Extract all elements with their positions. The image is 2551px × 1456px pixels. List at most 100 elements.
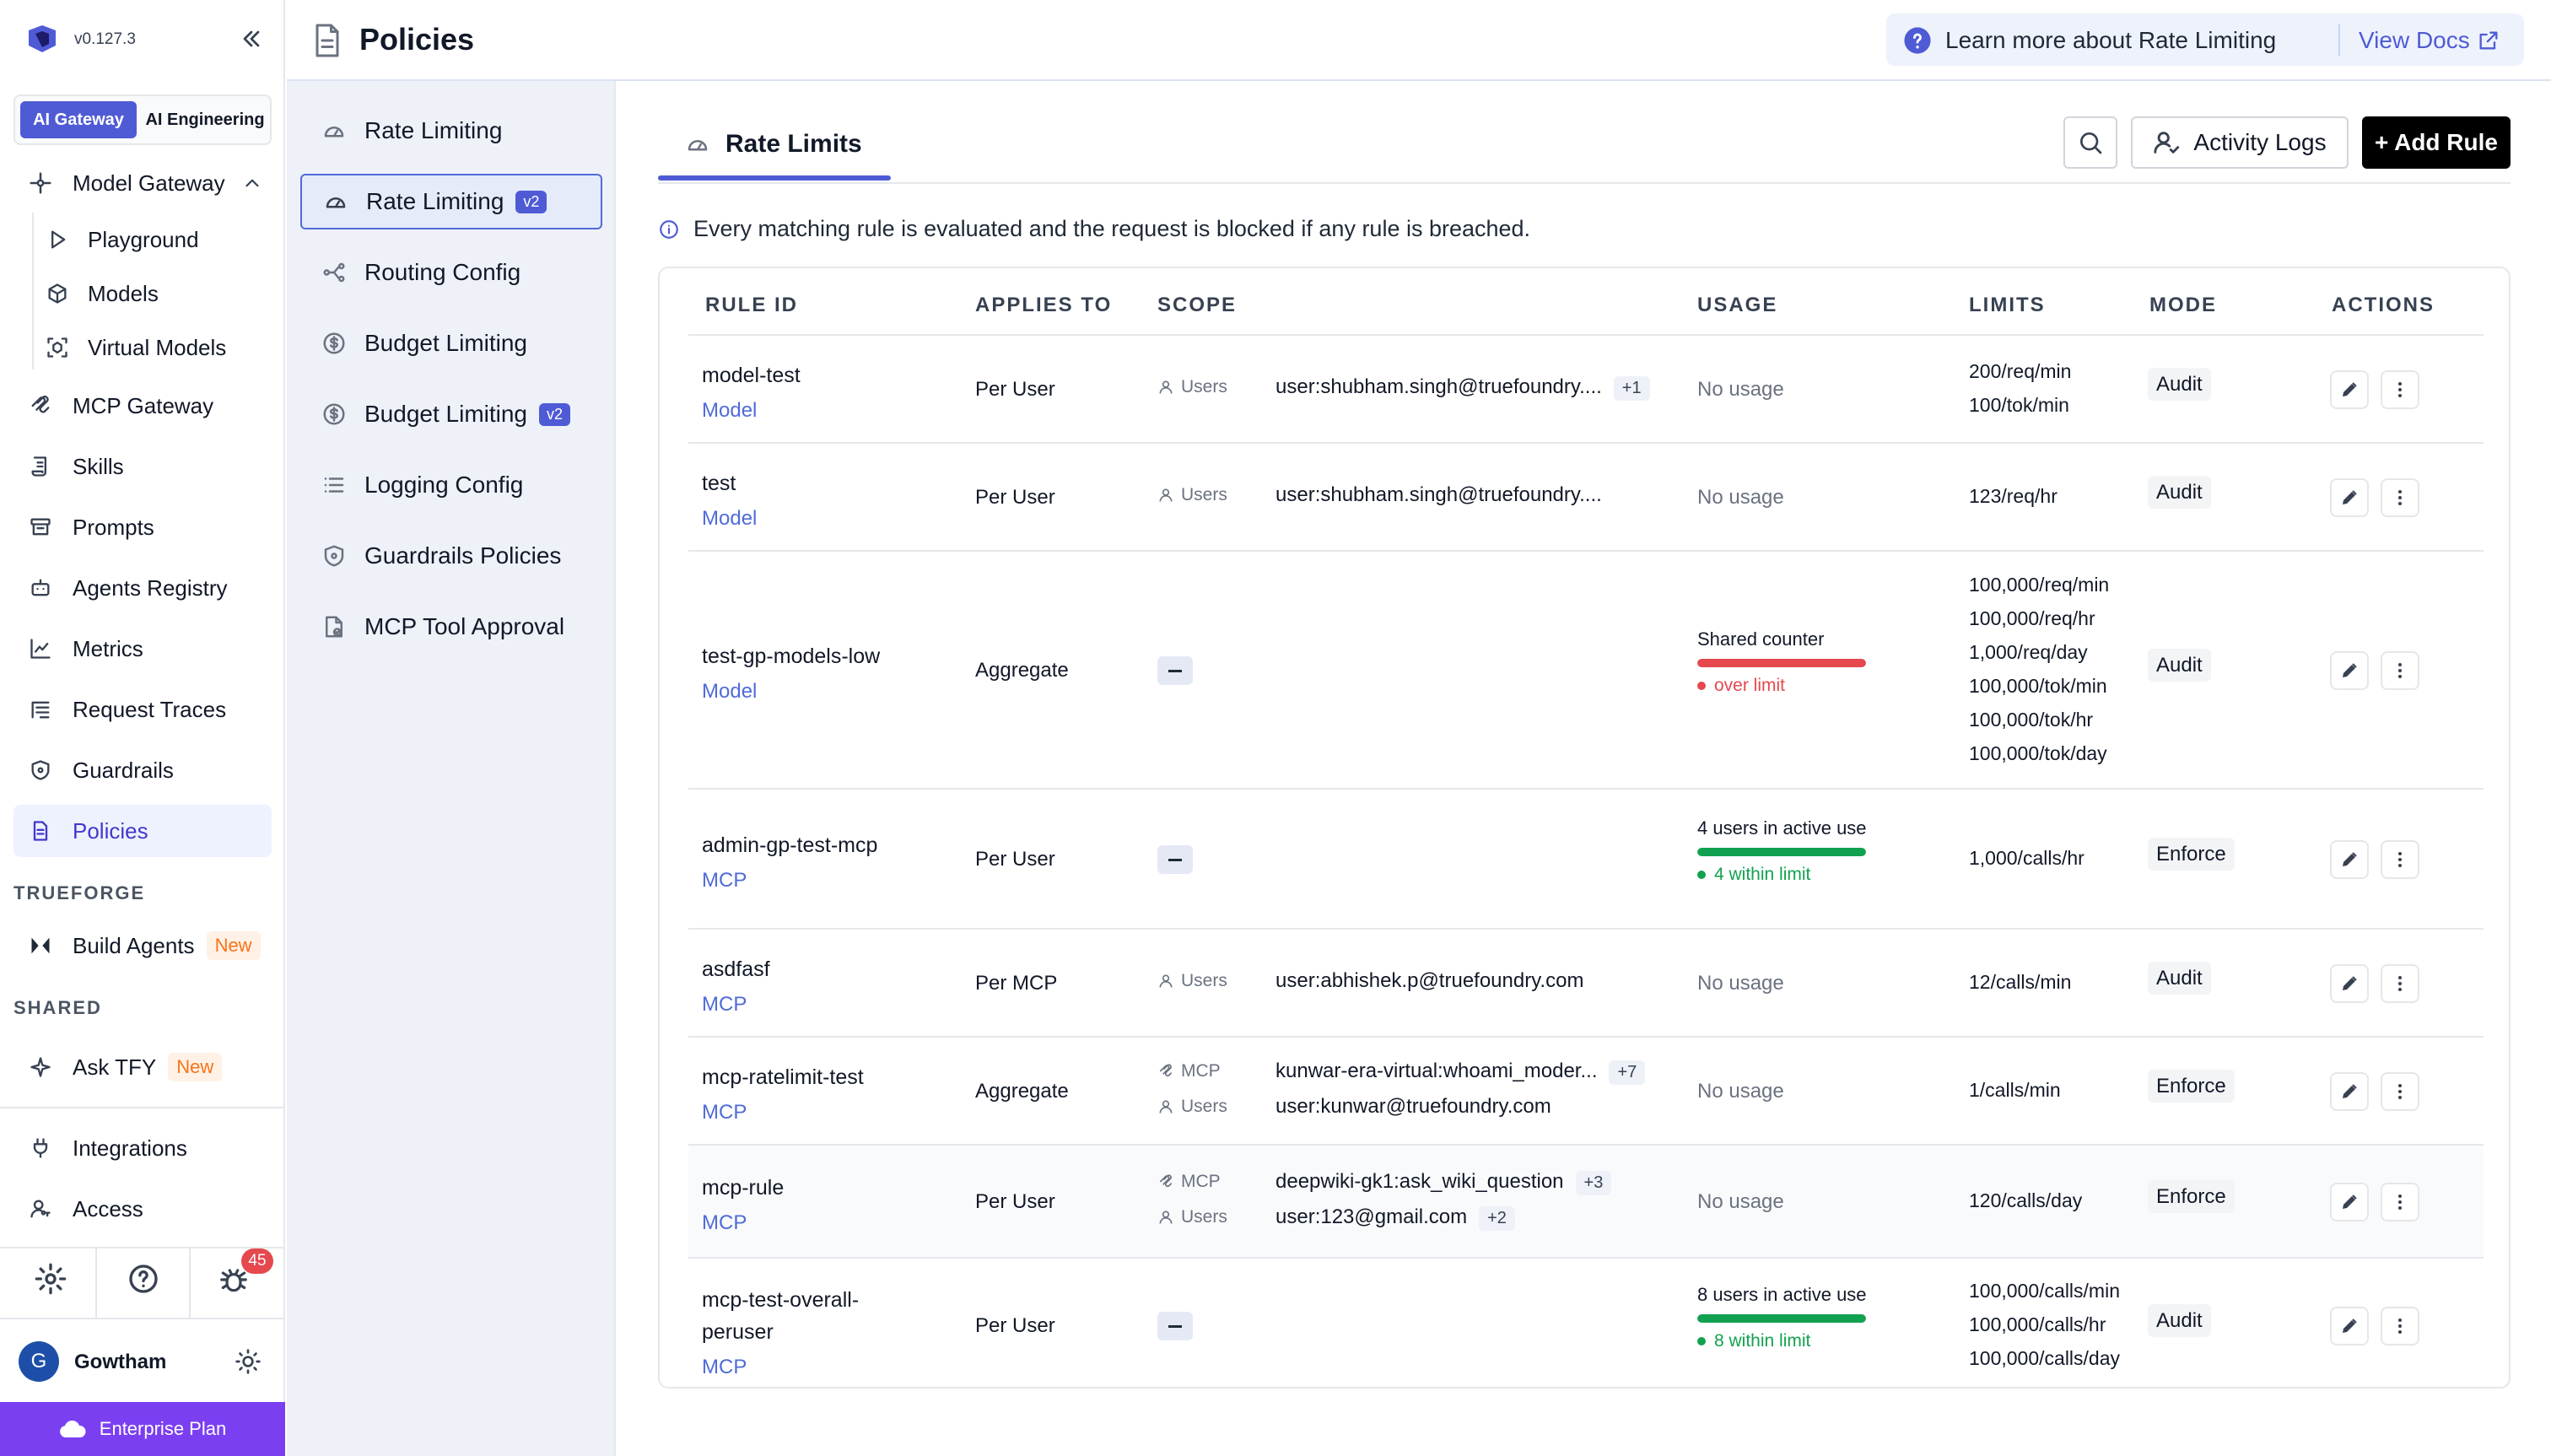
add-rule-button[interactable]: + Add Rule xyxy=(2362,116,2511,169)
table-row[interactable]: mcp-ratelimit-test MCP Aggregate MCP kunwar-… xyxy=(688,1036,2484,1144)
usage-title: Shared counter xyxy=(1697,628,1825,650)
more-options-button[interactable] xyxy=(2381,964,2419,1003)
collapse-sidebar-icon[interactable] xyxy=(238,25,265,52)
sidebar-item-build-agents[interactable]: Build Agents New xyxy=(13,919,272,972)
activity-logs-button[interactable]: Activity Logs xyxy=(2131,116,2349,169)
more-options-button[interactable] xyxy=(2381,1072,2419,1111)
search-button[interactable] xyxy=(2063,116,2117,169)
table-row[interactable]: model-test Model Per User Users user:shubham… xyxy=(688,334,2484,442)
sidebar-item-policies[interactable]: Policies xyxy=(13,805,272,857)
rule-id: mcp-ratelimit-test MCP xyxy=(702,1061,864,1129)
sidebar-item-skills[interactable]: Skills xyxy=(13,440,272,493)
enterprise-plan-banner[interactable]: Enterprise Plan xyxy=(0,1402,285,1456)
policy-menu-mcp-tool-approval[interactable]: MCP Tool Approval xyxy=(300,599,602,655)
view-docs-link[interactable]: View Docs xyxy=(2359,27,2500,54)
policy-menu-rate-limiting-v2[interactable]: Rate Limiting v2 xyxy=(300,174,602,229)
more-options-button[interactable] xyxy=(2381,478,2419,517)
column-header-mode: MODE xyxy=(2149,294,2217,316)
limit-value: 100,000/req/min xyxy=(1969,574,2110,596)
sidebar-item-guardrails[interactable]: Guardrails xyxy=(13,744,272,796)
mode-cell: Audit xyxy=(2148,368,2211,401)
edit-button[interactable] xyxy=(2330,1183,2369,1221)
policy-menu-logging-config[interactable]: Logging Config xyxy=(300,457,602,513)
policy-menu-budget-limiting[interactable]: Budget Limiting xyxy=(300,315,602,371)
more-options-button[interactable] xyxy=(2381,1183,2419,1221)
table-row[interactable]: mcp-test-overall-peruser MCP Per User 8 use… xyxy=(688,1257,2484,1387)
sidebar-item-model-gateway[interactable]: Model Gateway xyxy=(13,157,272,209)
version-badge: v2 xyxy=(539,402,571,426)
more-options-button[interactable] xyxy=(2381,840,2419,879)
notification-count-badge: 45 xyxy=(241,1248,273,1274)
sidebar-item-mcp-gateway[interactable]: MCP Gateway xyxy=(13,380,272,432)
mcp-icon xyxy=(24,389,57,423)
column-header-applies-to: APPLIES TO xyxy=(975,294,1113,316)
chevron-up-icon[interactable] xyxy=(241,172,263,194)
more-options-button[interactable] xyxy=(2381,370,2419,409)
usage-status: over limit xyxy=(1697,676,1866,696)
sun-icon[interactable] xyxy=(235,1348,262,1375)
avatar[interactable]: G xyxy=(19,1341,59,1382)
active-tab-indicator xyxy=(658,175,891,181)
tab-rate-limits[interactable]: Rate Limits xyxy=(658,115,891,184)
sidebar-item-request-traces[interactable]: Request Traces xyxy=(13,683,272,736)
sidebar-item-ask-tfy[interactable]: Ask TFY New xyxy=(13,1041,272,1093)
usage-bar-track xyxy=(1697,848,1866,856)
table-row[interactable]: test Model Per User Users user:shubham.singh… xyxy=(688,442,2484,550)
table-row[interactable]: admin-gp-test-mcp MCP Per User 4 users in a… xyxy=(688,788,2484,928)
policy-menu-budget-limiting-v2[interactable]: Budget Limiting v2 xyxy=(300,386,602,442)
help-circle-icon xyxy=(1903,26,1932,55)
tab-ai-engineering[interactable]: AI Engineering xyxy=(142,101,268,138)
sidebar-item-playground[interactable]: Playground xyxy=(42,216,199,263)
scope-type: MCP xyxy=(1157,1061,1221,1081)
scope-value-text: deepwiki-gk1:ask_wiki_question xyxy=(1276,1170,1564,1193)
more-options-button[interactable] xyxy=(2381,651,2419,690)
more-count-chip[interactable]: +3 xyxy=(1575,1171,1612,1195)
limit-value: 100,000/calls/hr xyxy=(1969,1313,2106,1335)
tab-ai-gateway[interactable]: AI Gateway xyxy=(20,101,137,138)
policy-menu-routing-config[interactable]: Routing Config xyxy=(300,245,602,300)
sidebar-item-access[interactable]: Access xyxy=(13,1183,272,1235)
more-count-chip[interactable]: +2 xyxy=(1479,1206,1515,1231)
help-question-icon[interactable] xyxy=(127,1262,160,1296)
more-count-chip[interactable]: +1 xyxy=(1613,376,1650,401)
new-badge: New xyxy=(168,1053,223,1081)
more-options-button[interactable] xyxy=(2381,1307,2419,1345)
sidebar-item-label: Policies xyxy=(73,817,148,844)
plug-icon xyxy=(24,1131,57,1165)
policy-menu-rate-limiting[interactable]: Rate Limiting xyxy=(300,103,602,159)
sidebar-item-models[interactable]: Models xyxy=(42,270,159,317)
edit-button[interactable] xyxy=(2330,478,2369,517)
edit-button[interactable] xyxy=(2330,964,2369,1003)
pencil-icon xyxy=(2339,380,2360,400)
edit-button[interactable] xyxy=(2330,1072,2369,1111)
mode-cell: Enforce xyxy=(2148,838,2235,871)
more-count-chip[interactable]: +7 xyxy=(1609,1060,1646,1085)
policy-menu: Rate Limiting Rate Limiting v2 Routing C… xyxy=(287,81,616,1456)
usage-bar-track xyxy=(1697,659,1866,667)
edit-button[interactable] xyxy=(2330,840,2369,879)
search-icon xyxy=(2077,129,2104,156)
sidebar-item-integrations[interactable]: Integrations xyxy=(13,1122,272,1174)
sidebar-item-agents-registry[interactable]: Agents Registry xyxy=(13,562,272,614)
edit-button[interactable] xyxy=(2330,370,2369,409)
limits-list: 200/req/min 100/tok/min xyxy=(1969,354,2071,422)
table-row[interactable]: test-gp-models-low Model Aggregate Shared c… xyxy=(688,550,2484,788)
rule-id: mcp-test-overall-peruser MCP xyxy=(702,1284,859,1383)
policy-menu-guardrails-policies[interactable]: Guardrails Policies xyxy=(300,528,602,584)
table-row[interactable]: mcp-rule MCP Per User MCP deepwiki-gk1:ask_w… xyxy=(688,1144,2484,1257)
settings-gear-icon[interactable] xyxy=(34,1262,67,1296)
external-link-icon xyxy=(2477,29,2500,52)
sidebar-item-metrics[interactable]: Metrics xyxy=(13,623,272,675)
edit-button[interactable] xyxy=(2330,651,2369,690)
sidebar-item-virtual-models[interactable]: Virtual Models xyxy=(42,324,226,371)
table-row[interactable]: asdfasf MCP Per MCP Users user:abhishek.p@tr… xyxy=(688,928,2484,1036)
scope-value: user:shubham.singh@truefoundry.... +1 xyxy=(1276,375,1650,401)
usage-meter: 8 users in active use 8 within limit xyxy=(1697,1284,1867,1351)
workspace-switcher: AI Gateway AI Engineering xyxy=(13,94,272,145)
usage-meter: 4 users in active use 4 within limit xyxy=(1697,817,1867,885)
sidebar-item-prompts[interactable]: Prompts xyxy=(13,501,272,553)
section-label-shared: SHARED xyxy=(13,997,102,1018)
rule-type: MCP xyxy=(702,993,747,1016)
edit-button[interactable] xyxy=(2330,1307,2369,1345)
main-toolbar: Rate Limits Activity Logs + Add Rule xyxy=(658,115,2511,184)
